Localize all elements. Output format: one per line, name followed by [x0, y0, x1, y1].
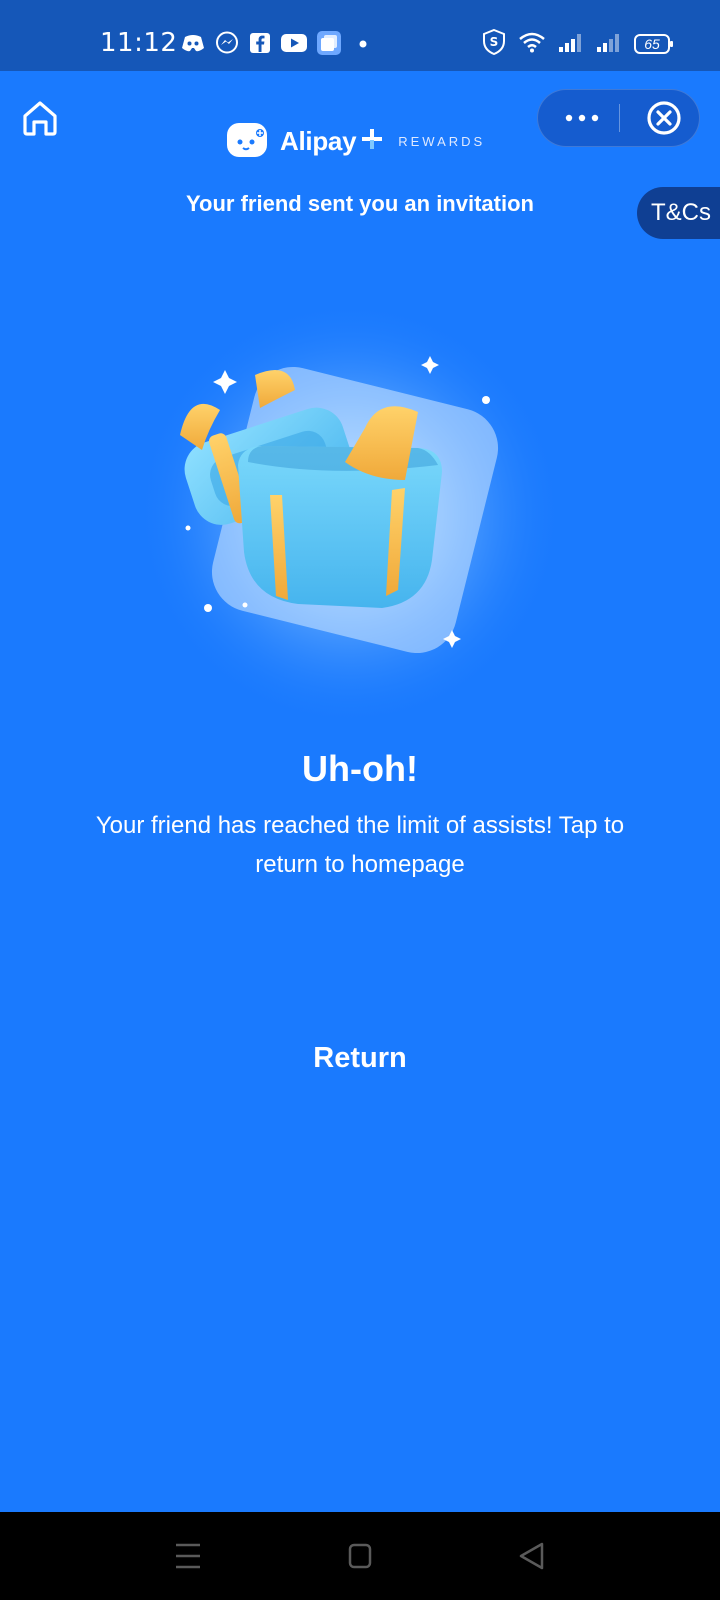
- return-button[interactable]: Return: [260, 1030, 460, 1086]
- more-dots-icon: [565, 114, 599, 122]
- system-nav-bar: [0, 1512, 720, 1600]
- brand-logo: Alipay REWARDS: [224, 118, 485, 164]
- messenger-icon: [215, 31, 239, 60]
- svg-text:S: S: [490, 35, 499, 49]
- back-button[interactable]: [510, 1534, 554, 1578]
- home-nav-button[interactable]: [338, 1534, 382, 1578]
- signal-icon: [558, 31, 584, 58]
- brand-rewards-tag: REWARDS: [398, 133, 486, 149]
- discord-icon: [181, 33, 205, 58]
- system-icons: S 65: [482, 28, 674, 60]
- alipay-mascot-icon: [224, 119, 270, 164]
- more-button[interactable]: [538, 90, 626, 146]
- facebook-icon: [249, 32, 271, 59]
- brand-name: Alipay: [280, 125, 357, 156]
- mini-program-capsule: [537, 89, 700, 147]
- battery-icon: 65: [634, 33, 674, 55]
- vpn-shield-icon: S: [482, 28, 506, 60]
- wifi-icon: [518, 31, 546, 58]
- back-triangle-icon: [519, 1542, 544, 1570]
- status-bar: 11:12 S 65: [0, 0, 720, 71]
- close-button[interactable]: [630, 90, 698, 146]
- plus-icon: [360, 127, 384, 156]
- open-gift-illustration: [130, 290, 570, 730]
- recents-button[interactable]: [166, 1534, 210, 1578]
- status-time: 11:12: [100, 28, 178, 58]
- youtube-icon: [281, 33, 307, 58]
- invitation-text: Your friend sent you an invitation: [186, 191, 534, 216]
- error-title: Uh-oh!: [302, 748, 418, 789]
- capsule-divider: [619, 104, 620, 132]
- error-message: Your friend has reached the limit of ass…: [95, 812, 625, 878]
- home-icon: [23, 101, 57, 136]
- home-button[interactable]: [20, 98, 60, 138]
- signal-icon: [596, 31, 622, 58]
- app-icon: [317, 30, 341, 60]
- notification-icons: [181, 30, 371, 60]
- dot-icon: [351, 36, 371, 54]
- battery-level: 65: [644, 36, 660, 52]
- menu-icon: [176, 1543, 200, 1569]
- close-icon: [647, 101, 681, 135]
- square-icon: [348, 1543, 372, 1569]
- tncs-button[interactable]: T&Cs: [637, 187, 720, 239]
